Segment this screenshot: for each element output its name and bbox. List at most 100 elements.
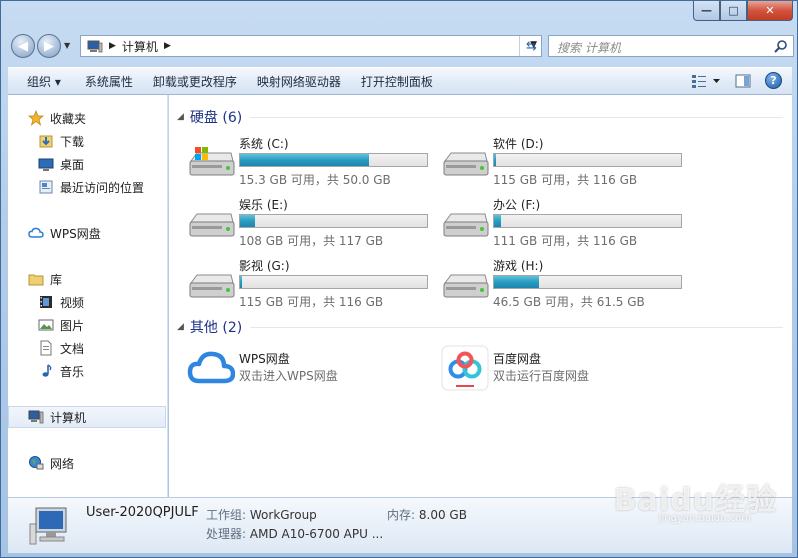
group-header-drives[interactable]: ◢ 硬盘 (6)	[177, 107, 783, 127]
drive-item[interactable]: 软件 (D:) 115 GB 可用，共 116 GB	[441, 135, 691, 191]
drive-usage-fill	[494, 154, 496, 166]
search-placeholder: 搜索 计算机	[557, 41, 621, 55]
drive-capacity: 115 GB 可用，共 116 GB	[239, 295, 384, 309]
network-globe-icon	[29, 456, 44, 470]
hard-drive-icon	[189, 274, 235, 298]
drive-usage-fill	[240, 215, 255, 227]
drive-item[interactable]: 游戏 (H:) 46.5 GB 可用，共 61.5 GB	[441, 257, 691, 313]
drive-usage-bar	[493, 214, 682, 228]
arrow-right-icon: ▶	[44, 38, 54, 54]
drive-usage-bar	[239, 214, 428, 228]
explorer-window: — □ ✕ ◀ ▶ ▼ ▶ 计算机 ▶ ▼ ⇆ 搜索 计算机 组织 ▾ 系统属性…	[0, 0, 798, 558]
breadcrumb-computer[interactable]: 计算机	[122, 38, 158, 55]
sidebar-item-libraries[interactable]: 库	[8, 268, 166, 290]
organize-menu[interactable]: 组织 ▾	[8, 73, 71, 90]
group-divider	[250, 326, 783, 328]
map-network-drive-button[interactable]: 映射网络驱动器	[247, 73, 351, 90]
computer-name: User-2020QPJULF	[86, 505, 199, 520]
download-folder-icon	[39, 135, 53, 148]
sidebar-item-desktop[interactable]: 桌面	[8, 153, 166, 175]
sidebar-item-recent-places[interactable]: 最近访问的位置	[8, 176, 166, 198]
address-bar[interactable]: ▶ 计算机 ▶ ▼	[80, 35, 542, 57]
view-options-icon[interactable]	[691, 73, 721, 89]
sidebar-item-network[interactable]: 网络	[8, 452, 166, 474]
arrow-left-icon: ◀	[18, 38, 28, 54]
computer-icon	[29, 507, 67, 545]
collapse-triangle-icon[interactable]: ◢	[177, 322, 184, 332]
maximize-button[interactable]: □	[720, 1, 747, 21]
uninstall-program-button[interactable]: 卸载或更改程序	[143, 73, 247, 90]
drive-item[interactable]: 娱乐 (E:) 108 GB 可用，共 117 GB	[187, 196, 437, 252]
search-icon[interactable]	[774, 39, 788, 53]
refresh-icon: ⇆	[526, 38, 537, 54]
star-icon	[28, 110, 44, 126]
caption-buttons: — □ ✕	[693, 1, 793, 21]
sidebar-item-favorites[interactable]: 收藏夹	[8, 107, 166, 129]
windows-drive-icon	[189, 147, 235, 176]
sidebar-item-computer[interactable]: 计算机	[8, 406, 166, 428]
navigation-pane: 收藏夹 下载 桌面 最近访问的位置 WPS网盘 库 视频 图片 文档 音乐 计算…	[8, 95, 168, 497]
drive-name: 办公 (F:)	[493, 198, 541, 212]
drive-name: 软件 (D:)	[493, 137, 544, 151]
chevron-right-icon[interactable]: ▶	[109, 41, 116, 51]
item-wps-netdisk[interactable]: WPS网盘 双击进入WPS网盘	[187, 345, 427, 391]
history-dropdown[interactable]: ▼	[64, 41, 70, 50]
sidebar-item-pictures[interactable]: 图片	[8, 314, 166, 336]
hard-drive-icon	[189, 213, 235, 237]
drive-usage-bar	[493, 153, 682, 167]
drive-capacity: 15.3 GB 可用，共 50.0 GB	[239, 173, 391, 187]
document-icon	[40, 340, 52, 356]
drive-usage-fill	[494, 215, 502, 227]
picture-icon	[38, 319, 54, 331]
navigation-bar: ◀ ▶ ▼ ▶ 计算机 ▶ ▼ ⇆ 搜索 计算机	[7, 31, 795, 61]
music-note-icon	[42, 364, 52, 377]
drive-usage-fill	[494, 276, 539, 288]
drive-name: 游戏 (H:)	[493, 259, 544, 273]
chevron-right-icon[interactable]: ▶	[164, 41, 171, 51]
sidebar-item-videos[interactable]: 视频	[8, 291, 166, 313]
command-bar: 组织 ▾ 系统属性 卸载或更改程序 映射网络驱动器 打开控制面板 ?	[8, 67, 792, 95]
group-divider	[250, 116, 783, 118]
sidebar-item-downloads[interactable]: 下载	[8, 130, 166, 152]
drive-capacity: 115 GB 可用，共 116 GB	[493, 173, 638, 187]
processor-info: 处理器: AMD A10-6700 APU ...	[206, 527, 384, 541]
search-box[interactable]: 搜索 计算机	[548, 35, 794, 57]
back-button[interactable]: ◀	[11, 34, 35, 58]
drive-item[interactable]: 办公 (F:) 111 GB 可用，共 116 GB	[441, 196, 691, 252]
preview-pane-icon[interactable]	[735, 73, 751, 89]
drive-usage-fill	[240, 276, 242, 288]
wps-cloud-icon	[28, 227, 44, 238]
hard-drive-icon	[443, 213, 489, 237]
hard-drive-icon	[443, 152, 489, 176]
baidu-netdisk-icon	[441, 345, 489, 391]
sidebar-item-documents[interactable]: 文档	[8, 337, 166, 359]
drive-item[interactable]: 系统 (C:) 15.3 GB 可用，共 50.0 GB	[187, 135, 437, 191]
baidu-watermark-url: jingyan.baidu.com	[658, 513, 751, 524]
open-control-panel-button[interactable]: 打开控制面板	[351, 73, 443, 90]
computer-icon	[87, 40, 103, 52]
recent-places-icon	[39, 180, 53, 194]
sidebar-item-wps[interactable]: WPS网盘	[8, 222, 166, 244]
drive-name: 娱乐 (E:)	[239, 198, 288, 212]
video-icon	[40, 296, 52, 308]
drive-usage-fill	[240, 154, 370, 166]
content-pane: ◢ 硬盘 (6) 系统 (C:) 15.3 GB 可用，共 50.0 GB 软件 (…	[169, 95, 792, 497]
forward-button[interactable]: ▶	[37, 34, 61, 58]
drive-usage-bar	[239, 275, 428, 289]
help-icon[interactable]: ?	[765, 72, 782, 89]
memory-info: 内存: 8.00 GB	[387, 508, 467, 522]
drive-capacity: 108 GB 可用，共 117 GB	[239, 234, 384, 248]
workgroup-info: 工作组: WorkGroup	[206, 508, 317, 522]
library-folder-icon	[28, 274, 44, 286]
group-header-other[interactable]: ◢ 其他 (2)	[177, 317, 783, 337]
item-baidu-netdisk[interactable]: 百度网盘 双击运行百度网盘	[441, 345, 681, 391]
computer-icon	[28, 410, 44, 424]
drive-item[interactable]: 影视 (G:) 115 GB 可用，共 116 GB	[187, 257, 437, 313]
refresh-button[interactable]: ⇆	[519, 36, 543, 56]
close-button[interactable]: ✕	[747, 1, 793, 21]
minimize-button[interactable]: —	[693, 1, 720, 21]
desktop-icon	[38, 158, 54, 171]
collapse-triangle-icon[interactable]: ◢	[177, 112, 184, 122]
system-properties-button[interactable]: 系统属性	[75, 73, 143, 90]
sidebar-item-music[interactable]: 音乐	[8, 360, 166, 382]
